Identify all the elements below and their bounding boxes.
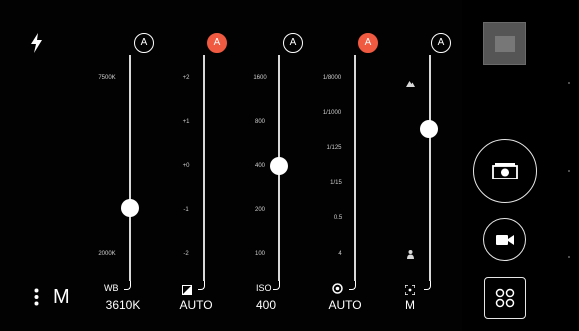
flash-auto-icon[interactable] xyxy=(30,33,44,53)
shutter-tick-label: 1/8000 xyxy=(322,75,342,81)
ev-tick-label: +2 xyxy=(182,75,190,81)
shutter-tick-label: 1/125 xyxy=(326,145,342,151)
viewfinder[interactable] xyxy=(0,0,462,331)
video-icon xyxy=(495,234,514,245)
ev-tick-label: +1 xyxy=(182,119,190,125)
wb-slider-knob[interactable] xyxy=(121,199,139,217)
record-video-button[interactable] xyxy=(483,218,526,261)
focus-connector xyxy=(424,281,431,290)
wb-label: WB xyxy=(104,283,119,293)
iso-tick-label: 1600 xyxy=(253,75,267,81)
ev-tick-label: -2 xyxy=(183,251,189,257)
shutter-tick-label: 1/15 xyxy=(330,180,342,186)
aperture-icon xyxy=(332,281,343,294)
person-icon xyxy=(407,246,414,259)
focus-slider-track[interactable] xyxy=(429,55,431,281)
shutter-auto-button[interactable]: A xyxy=(358,33,378,53)
iso-slider-knob[interactable] xyxy=(270,157,288,175)
shutter-button[interactable] xyxy=(473,139,537,203)
nav-dot xyxy=(568,170,570,172)
ev-connector xyxy=(198,281,205,290)
focus-icon xyxy=(404,282,416,296)
iso-label: ISO xyxy=(256,283,272,293)
ev-slider-track[interactable] xyxy=(203,55,205,281)
nav-dot xyxy=(568,256,570,258)
gallery-thumbnail[interactable] xyxy=(483,22,526,65)
wb-auto-button[interactable]: A xyxy=(134,33,154,53)
iso-auto-button[interactable]: A xyxy=(283,33,303,53)
shutter-tick-label: 0.5 xyxy=(333,215,343,221)
iso-tick-label: 100 xyxy=(254,251,266,257)
camera-modes-button[interactable] xyxy=(484,277,526,319)
ev-value: AUTO xyxy=(179,298,213,312)
focus-value: M xyxy=(405,298,415,312)
shutter-slider-track[interactable] xyxy=(354,55,356,281)
shutter-tick-label: 4 xyxy=(338,251,342,257)
ev-auto-button[interactable]: A xyxy=(207,33,227,53)
wb-tick-label: 7500K xyxy=(98,75,116,81)
focus-slider-knob[interactable] xyxy=(420,120,438,138)
nav-dot xyxy=(568,82,570,84)
camera-screen: A 7500K 2000K WB 3610K A +2 +1 +0 -1 -2 … xyxy=(0,0,579,331)
ev-tick-label: -1 xyxy=(183,207,189,213)
iso-tick-label: 400 xyxy=(254,163,266,169)
grid-icon xyxy=(495,288,515,308)
iso-value: 400 xyxy=(255,298,277,312)
iso-connector xyxy=(273,281,280,290)
more-icon[interactable] xyxy=(34,288,39,306)
iso-tick-label: 800 xyxy=(254,119,266,125)
wb-value: 3610K xyxy=(105,298,141,312)
ev-tick-label: +0 xyxy=(182,163,190,169)
camera-icon xyxy=(492,163,518,179)
focus-auto-button[interactable]: A xyxy=(431,33,451,53)
wb-tick-label: 2000K xyxy=(98,251,116,257)
mountain-icon xyxy=(406,74,415,87)
wb-slider-track[interactable] xyxy=(129,55,131,281)
iso-tick-label: 200 xyxy=(254,207,266,213)
shutter-connector xyxy=(349,281,356,290)
shutter-value: AUTO xyxy=(328,298,362,312)
shutter-tick-label: 1/1000 xyxy=(322,110,342,116)
mode-label[interactable]: M xyxy=(53,286,70,309)
ev-icon xyxy=(182,282,192,295)
wb-connector xyxy=(124,281,131,290)
